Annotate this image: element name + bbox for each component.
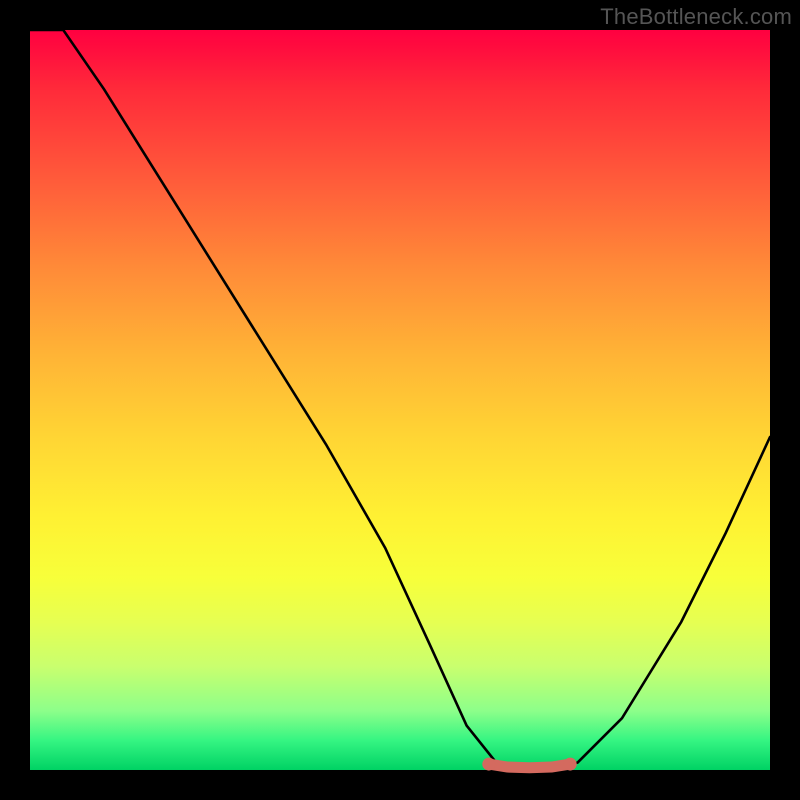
attribution-label: TheBottleneck.com xyxy=(600,4,792,30)
optimal-endpoint xyxy=(482,758,495,771)
optimal-segment xyxy=(489,764,570,768)
plot-area xyxy=(30,30,770,770)
chart-svg xyxy=(30,30,770,770)
bottleneck-curve xyxy=(30,30,770,770)
optimal-endpoint xyxy=(564,758,577,771)
chart-frame: TheBottleneck.com xyxy=(0,0,800,800)
